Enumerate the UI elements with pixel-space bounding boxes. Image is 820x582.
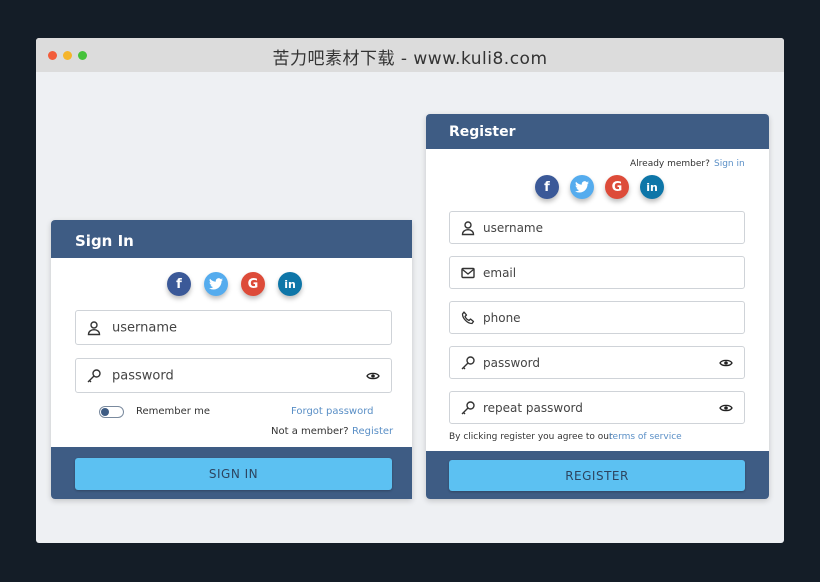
key-icon — [87, 368, 101, 382]
remember-me-toggle[interactable] — [99, 406, 124, 418]
window-title: 苦力吧素材下载 - www.kuli8.com — [272, 49, 548, 69]
eye-icon[interactable] — [719, 403, 733, 413]
register-username-placeholder: username — [483, 220, 543, 235]
phone-icon — [461, 310, 475, 324]
user-icon — [461, 220, 475, 235]
google-icon[interactable]: G — [241, 272, 265, 296]
twitter-icon[interactable] — [204, 272, 228, 296]
register-button[interactable]: REGISTER — [449, 460, 745, 491]
register-username-input[interactable]: username — [449, 211, 745, 244]
user-icon — [87, 320, 101, 335]
remember-me-label: Remember me — [136, 406, 210, 417]
google-icon[interactable]: G — [605, 175, 629, 199]
signin-password-input[interactable]: password — [75, 358, 392, 393]
register-password-input[interactable]: password — [449, 346, 745, 379]
key-icon — [461, 355, 475, 369]
register-phone-input[interactable]: phone — [449, 301, 745, 334]
eye-icon[interactable] — [719, 358, 733, 368]
signin-username-placeholder: username — [112, 320, 177, 335]
register-password-placeholder: password — [483, 355, 540, 370]
terms-of-service-link[interactable]: terms of service — [609, 432, 682, 442]
signin-card: Sign In f G in username password Remembe… — [51, 220, 412, 499]
register-card: Register Already member? Sign in f G in … — [426, 114, 769, 499]
signin-header: Sign In — [51, 220, 412, 258]
toggle-knob — [101, 408, 109, 416]
forgot-password-link[interactable]: Forgot password — [291, 406, 374, 417]
signin-social-buttons: f G in — [167, 272, 302, 296]
register-link[interactable]: Register — [352, 426, 393, 437]
not-member-text: Not a member? — [271, 426, 349, 437]
linkedin-icon[interactable]: in — [640, 175, 664, 199]
browser-window: 苦力吧素材下载 - www.kuli8.com Sign In f G in u… — [36, 38, 784, 543]
eye-icon[interactable] — [366, 371, 380, 381]
register-email-placeholder: email — [483, 265, 517, 280]
register-repeat-password-input[interactable]: repeat password — [449, 391, 745, 424]
facebook-icon[interactable]: f — [167, 272, 191, 296]
register-repeat-password-placeholder: repeat password — [483, 400, 583, 415]
already-member-text: Already member? — [630, 159, 710, 169]
signin-password-placeholder: password — [112, 368, 174, 383]
register-header: Register — [426, 114, 769, 149]
mail-icon — [461, 267, 475, 278]
register-social-buttons: f G in — [535, 175, 664, 199]
signin-button[interactable]: SIGN IN — [75, 458, 392, 490]
register-phone-placeholder: phone — [483, 310, 521, 325]
facebook-icon[interactable]: f — [535, 175, 559, 199]
register-email-input[interactable]: email — [449, 256, 745, 289]
title-bar: 苦力吧素材下载 - www.kuli8.com — [36, 38, 784, 72]
twitter-icon[interactable] — [570, 175, 594, 199]
linkedin-icon[interactable]: in — [278, 272, 302, 296]
signin-username-input[interactable]: username — [75, 310, 392, 345]
signin-link[interactable]: Sign in — [714, 159, 745, 169]
terms-text: By clicking register you agree to our — [449, 432, 613, 442]
key-icon — [461, 400, 475, 414]
